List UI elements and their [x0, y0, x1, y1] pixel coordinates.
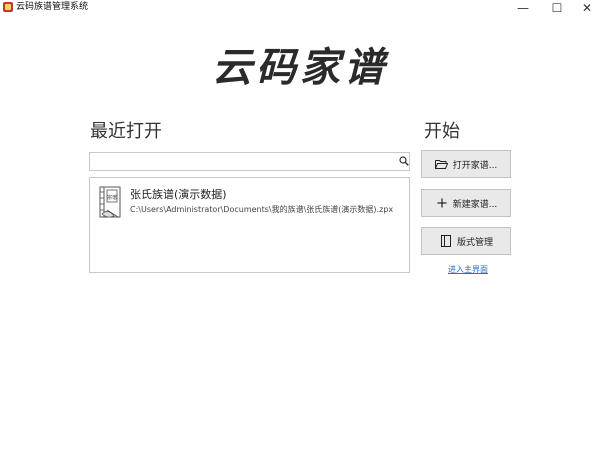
recent-files-list: 宗谱 张氏族谱(演示数据) C:\Users\Administrator\Doc…: [89, 177, 410, 273]
open-family-tree-label: 打开家谱...: [452, 160, 498, 171]
folder-open-icon: [435, 158, 449, 170]
search-input[interactable]: [92, 154, 396, 171]
app-logo-icon: [3, 2, 13, 12]
new-family-tree-label: 新建家谱...: [452, 199, 498, 210]
recent-file-path: C:\Users\Administrator\Documents\我的族谱\张氏…: [130, 205, 394, 214]
plus-icon: [435, 197, 449, 209]
search-icon[interactable]: [399, 156, 409, 166]
recent-file-name: 张氏族谱(演示数据): [130, 188, 227, 201]
list-item[interactable]: 宗谱 张氏族谱(演示数据) C:\Users\Administrator\Doc…: [96, 184, 402, 220]
layout-management-button[interactable]: 版式管理: [421, 227, 511, 255]
minimize-button[interactable]: —: [508, 0, 538, 16]
recent-title: 最近打开: [90, 121, 162, 142]
svg-text:云码家谱: 云码家谱: [212, 44, 389, 91]
layout-management-label: 版式管理: [456, 237, 493, 248]
window-title: 云码族谱管理系统: [16, 2, 89, 12]
calligraphy-logo-image: 云码家谱: [212, 44, 389, 91]
maximize-button[interactable]: ☐: [542, 0, 572, 16]
open-family-tree-button[interactable]: 打开家谱...: [421, 150, 511, 178]
title-bar: 云码族谱管理系统 — ☐ ✕: [0, 0, 600, 16]
start-title: 开始: [424, 121, 460, 142]
new-family-tree-button[interactable]: 新建家谱...: [421, 189, 511, 217]
calligraphy-logo: 云码家谱: [202, 39, 398, 93]
enter-main-interface-link[interactable]: 进入主界面: [448, 264, 488, 275]
search-box[interactable]: [89, 152, 410, 171]
close-button[interactable]: ✕: [572, 0, 600, 16]
family-book-icon: 宗谱: [99, 186, 121, 218]
layout-icon: [439, 235, 453, 247]
svg-text:宗谱: 宗谱: [107, 194, 117, 201]
